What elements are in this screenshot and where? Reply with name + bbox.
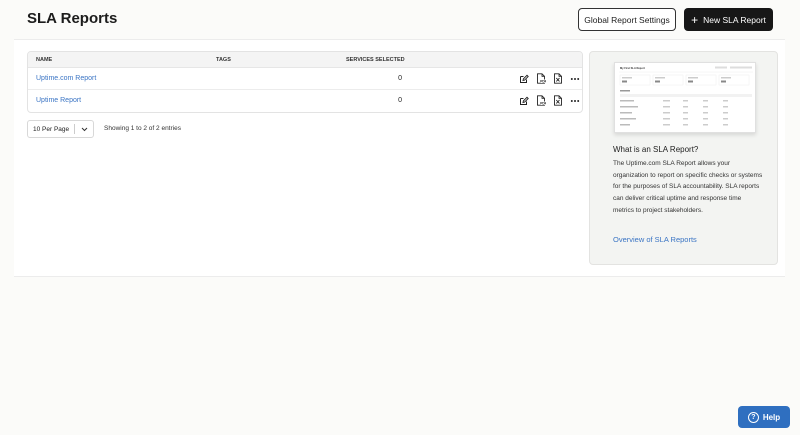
more-options-icon[interactable] bbox=[569, 73, 580, 84]
edit-icon[interactable] bbox=[518, 95, 529, 106]
new-sla-report-label: New SLA Report bbox=[703, 14, 766, 25]
table-row: Uptime.com Report 0 PDF bbox=[28, 68, 582, 90]
pdf-download-icon[interactable]: PDF bbox=[535, 73, 546, 84]
preview-heading: My First SLA Report bbox=[620, 66, 645, 70]
services-selected-count: 0 bbox=[398, 97, 402, 104]
sla-info-description: The Uptime.com SLA Report allows your or… bbox=[613, 160, 763, 214]
column-header-tags: TAGS bbox=[216, 57, 231, 63]
report-name-link[interactable]: Uptime.com Report bbox=[36, 75, 96, 82]
overview-sla-reports-link[interactable]: Overview of SLA Reports bbox=[613, 235, 697, 244]
sla-report-preview-image: My First SLA Report bbox=[614, 62, 756, 133]
global-report-settings-button[interactable]: Global Report Settings bbox=[578, 8, 676, 31]
entries-summary: Showing 1 to 2 of 2 entries bbox=[104, 125, 181, 132]
sla-reports-table: NAME TAGS SERVICES SELECTED Uptime.com R… bbox=[27, 51, 583, 113]
xls-download-icon[interactable] bbox=[552, 73, 563, 84]
page-header: SLA Reports Global Report Settings + New… bbox=[0, 0, 800, 40]
edit-icon[interactable] bbox=[518, 73, 529, 84]
table-header: NAME TAGS SERVICES SELECTED bbox=[28, 52, 582, 68]
per-page-value: 10 Per Page bbox=[33, 125, 70, 133]
table-row: Uptime Report 0 PDF bbox=[28, 90, 582, 112]
chevron-down-icon bbox=[75, 127, 93, 132]
column-header-services-selected: SERVICES SELECTED bbox=[346, 57, 405, 63]
new-sla-report-button[interactable]: + New SLA Report bbox=[684, 8, 773, 31]
page-title: SLA Reports bbox=[27, 10, 118, 27]
pdf-download-icon[interactable]: PDF bbox=[535, 95, 546, 106]
sla-info-title: What is an SLA Report? bbox=[613, 145, 699, 154]
svg-text:PDF: PDF bbox=[540, 102, 546, 106]
row-actions: PDF bbox=[518, 73, 580, 84]
sla-info-panel: My First SLA Report What is an SLA Repor… bbox=[589, 51, 778, 265]
row-actions: PDF bbox=[518, 95, 580, 106]
svg-text:PDF: PDF bbox=[540, 80, 546, 84]
xls-download-icon[interactable] bbox=[552, 95, 563, 106]
more-options-icon[interactable] bbox=[569, 95, 580, 106]
per-page-select[interactable]: 10 Per Page bbox=[27, 120, 94, 138]
report-name-link[interactable]: Uptime Report bbox=[36, 97, 81, 104]
question-circle-icon: ? bbox=[747, 411, 759, 423]
help-label: Help bbox=[762, 412, 781, 422]
column-header-name: NAME bbox=[36, 57, 53, 63]
services-selected-count: 0 bbox=[398, 75, 402, 82]
help-button[interactable]: ? Help bbox=[738, 406, 790, 428]
plus-icon: + bbox=[691, 12, 699, 27]
